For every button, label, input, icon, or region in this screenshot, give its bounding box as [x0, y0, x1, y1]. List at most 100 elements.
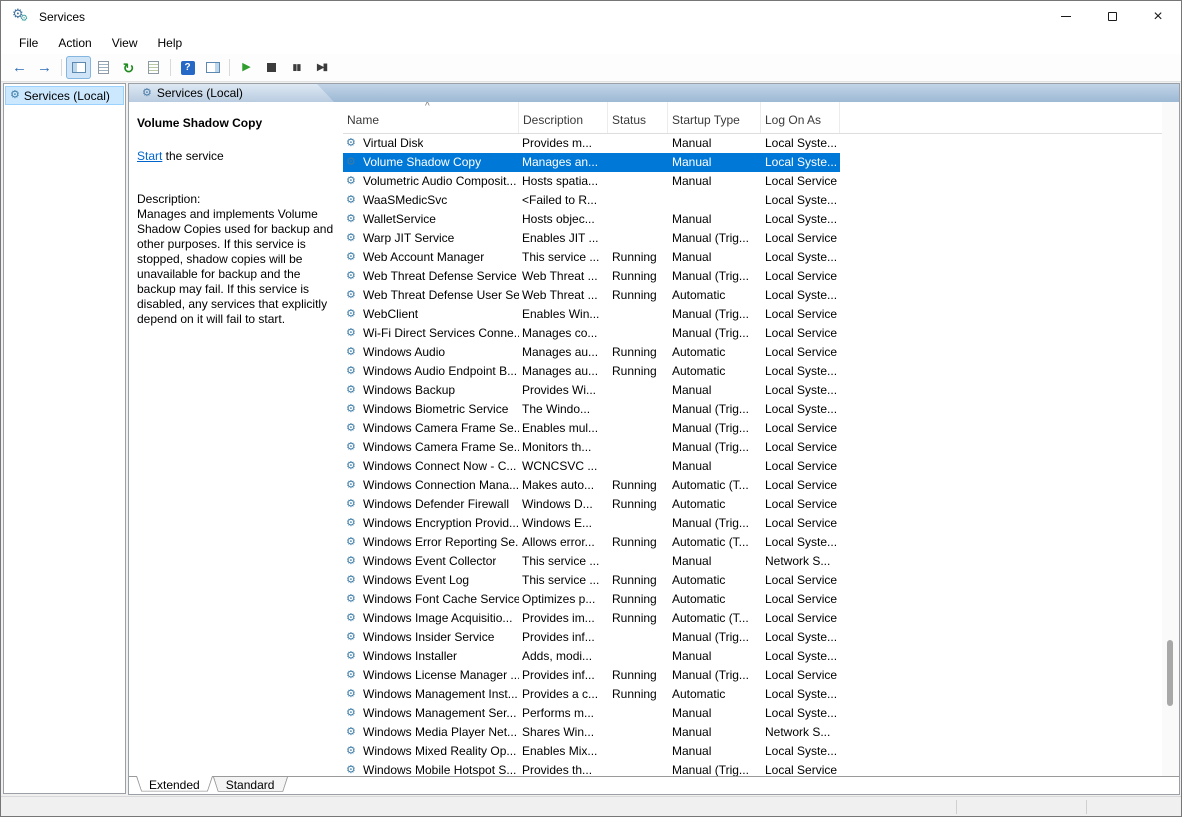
cell-status: Running	[608, 267, 668, 286]
table-row[interactable]: ⚙Windows InstallerAdds, modi...ManualLoc…	[343, 647, 840, 666]
console-tree-icon	[72, 62, 86, 73]
table-row[interactable]: ⚙Windows Error Reporting Se...Allows err…	[343, 533, 840, 552]
table-row[interactable]: ⚙Volume Shadow CopyManages an...ManualLo…	[343, 153, 840, 172]
cell-log_on_as: Local Syste...	[761, 153, 840, 172]
service-gear-icon: ⚙	[346, 518, 359, 529]
column-header-description[interactable]: Description	[519, 102, 608, 133]
table-row[interactable]: ⚙Windows Media Player Net...Shares Win..…	[343, 723, 840, 742]
cell-status: Running	[608, 590, 668, 609]
cell-name: ⚙Windows Image Acquisitio...	[343, 609, 519, 628]
cell-log_on_as: Local Service	[761, 343, 840, 362]
service-gear-icon: ⚙	[346, 385, 359, 396]
stop-service-button[interactable]	[259, 56, 284, 79]
cell-status	[608, 761, 668, 776]
cell-startup_type: Manual (Trig...	[668, 229, 761, 248]
service-gear-icon: ⚙	[346, 499, 359, 510]
table-row[interactable]: ⚙Windows Camera Frame Se...Enables mul..…	[343, 419, 840, 438]
pause-service-button[interactable]: ▮▮	[284, 56, 309, 79]
table-row[interactable]: ⚙Windows Encryption Provid...Windows E..…	[343, 514, 840, 533]
cell-name: ⚙WebClient	[343, 305, 519, 324]
tab-standard[interactable]: Standard	[213, 777, 288, 794]
table-row[interactable]: ⚙Warp JIT ServiceEnables JIT ...Manual (…	[343, 229, 840, 248]
cell-log_on_as: Local Syste...	[761, 286, 840, 305]
column-header-log-on-as[interactable]: Log On As	[761, 102, 840, 133]
table-row[interactable]: ⚙Windows Event LogThis service ...Runnin…	[343, 571, 840, 590]
table-row[interactable]: ⚙WaaSMedicSvc<Failed to R...Local Syste.…	[343, 191, 840, 210]
table-row[interactable]: ⚙Windows Management Ser...Performs m...M…	[343, 704, 840, 723]
start-service-link[interactable]: Start	[137, 149, 162, 163]
column-header-name[interactable]: ^ Name	[343, 102, 519, 133]
menu-file[interactable]: File	[9, 34, 48, 52]
table-row[interactable]: ⚙Windows Mixed Reality Op...Enables Mix.…	[343, 742, 840, 761]
minimize-button[interactable]	[1043, 1, 1089, 32]
vertical-scrollbar[interactable]	[1162, 102, 1179, 776]
cell-log_on_as: Local Service	[761, 229, 840, 248]
table-row[interactable]: ⚙Web Account ManagerThis service ...Runn…	[343, 248, 840, 267]
export-list-button[interactable]	[141, 56, 166, 79]
table-row[interactable]: ⚙Windows Audio Endpoint B...Manages au..…	[343, 362, 840, 381]
menu-view[interactable]: View	[102, 34, 148, 52]
tab-extended[interactable]: Extended	[136, 777, 213, 794]
table-row[interactable]: ⚙Windows Management Inst...Provides a c.…	[343, 685, 840, 704]
back-button[interactable]: ←	[7, 56, 32, 79]
scrollbar-thumb[interactable]	[1167, 640, 1173, 706]
table-row[interactable]: ⚙WebClientEnables Win...Manual (Trig...L…	[343, 305, 840, 324]
table-row[interactable]: ⚙Virtual DiskProvides m...ManualLocal Sy…	[343, 134, 840, 153]
table-row[interactable]: ⚙Windows Connection Mana...Makes auto...…	[343, 476, 840, 495]
cell-description: Monitors th...	[519, 438, 608, 457]
service-gear-icon: ⚙	[346, 651, 359, 662]
cell-description: Hosts spatia...	[519, 172, 608, 191]
menu-help[interactable]: Help	[148, 34, 193, 52]
restart-service-button[interactable]: ▶▮	[309, 56, 334, 79]
cell-name: ⚙Wi-Fi Direct Services Conne...	[343, 324, 519, 343]
cell-log_on_as: Local Service	[761, 495, 840, 514]
sort-ascending-icon: ^	[425, 102, 430, 112]
table-row[interactable]: ⚙Web Threat Defense User Se...Web Threat…	[343, 286, 840, 305]
table-row[interactable]: ⚙Windows Mobile Hotspot S...Provides th.…	[343, 761, 840, 776]
help-button[interactable]: ?	[175, 56, 200, 79]
table-row[interactable]: ⚙Windows Event CollectorThis service ...…	[343, 552, 840, 571]
start-service-button[interactable]: ▶	[234, 56, 259, 79]
menu-action[interactable]: Action	[48, 34, 101, 52]
table-row[interactable]: ⚙WalletServiceHosts objec...ManualLocal …	[343, 210, 840, 229]
table-row[interactable]: ⚙Windows Font Cache ServiceOptimizes p..…	[343, 590, 840, 609]
cell-name: ⚙Warp JIT Service	[343, 229, 519, 248]
table-row[interactable]: ⚙Windows Image Acquisitio...Provides im.…	[343, 609, 840, 628]
cell-name: ⚙Windows Mobile Hotspot S...	[343, 761, 519, 776]
properties-button[interactable]	[91, 56, 116, 79]
service-gear-icon: ⚙	[346, 708, 359, 719]
tree-item-services-local[interactable]: ⚙ Services (Local)	[5, 86, 124, 105]
service-gear-icon: ⚙	[346, 252, 359, 263]
show-action-pane-button[interactable]	[200, 56, 225, 79]
cell-name: ⚙Windows Defender Firewall	[343, 495, 519, 514]
table-row[interactable]: ⚙Wi-Fi Direct Services Conne...Manages c…	[343, 324, 840, 343]
forward-button[interactable]: →	[32, 56, 57, 79]
table-row[interactable]: ⚙Windows Biometric ServiceThe Windo...Ma…	[343, 400, 840, 419]
table-row[interactable]: ⚙Windows BackupProvides Wi...ManualLocal…	[343, 381, 840, 400]
cell-description: This service ...	[519, 248, 608, 267]
service-gear-icon: ⚙	[346, 670, 359, 681]
table-row[interactable]: ⚙Windows Defender FirewallWindows D...Ru…	[343, 495, 840, 514]
toolbar-separator	[170, 59, 171, 76]
table-row[interactable]: ⚙Windows Connect Now - C...WCNCSVC ...Ma…	[343, 457, 840, 476]
table-row[interactable]: ⚙Volumetric Audio Composit...Hosts spati…	[343, 172, 840, 191]
maximize-button[interactable]	[1089, 1, 1135, 32]
table-row[interactable]: ⚙Web Threat Defense ServiceWeb Threat ..…	[343, 267, 840, 286]
service-name: Windows Media Player Net...	[363, 723, 517, 742]
maximize-icon	[1108, 12, 1117, 21]
show-console-tree-button[interactable]	[66, 56, 91, 79]
column-header-status[interactable]: Status	[608, 102, 668, 133]
service-gear-icon: ⚙	[346, 423, 359, 434]
table-row[interactable]: ⚙Windows AudioManages au...RunningAutoma…	[343, 343, 840, 362]
table-row[interactable]: ⚙Windows License Manager ...Provides inf…	[343, 666, 840, 685]
service-name: Windows Font Cache Service	[363, 590, 519, 609]
cell-name: ⚙Windows Connection Mana...	[343, 476, 519, 495]
column-header-startup-type[interactable]: Startup Type	[668, 102, 761, 133]
cell-status: Running	[608, 571, 668, 590]
cell-log_on_as: Local Syste...	[761, 400, 840, 419]
cell-status: Running	[608, 286, 668, 305]
refresh-button[interactable]: ↻	[116, 56, 141, 79]
close-button[interactable]: ×	[1135, 1, 1181, 32]
table-row[interactable]: ⚙Windows Insider ServiceProvides inf...M…	[343, 628, 840, 647]
table-row[interactable]: ⚙Windows Camera Frame Se...Monitors th..…	[343, 438, 840, 457]
